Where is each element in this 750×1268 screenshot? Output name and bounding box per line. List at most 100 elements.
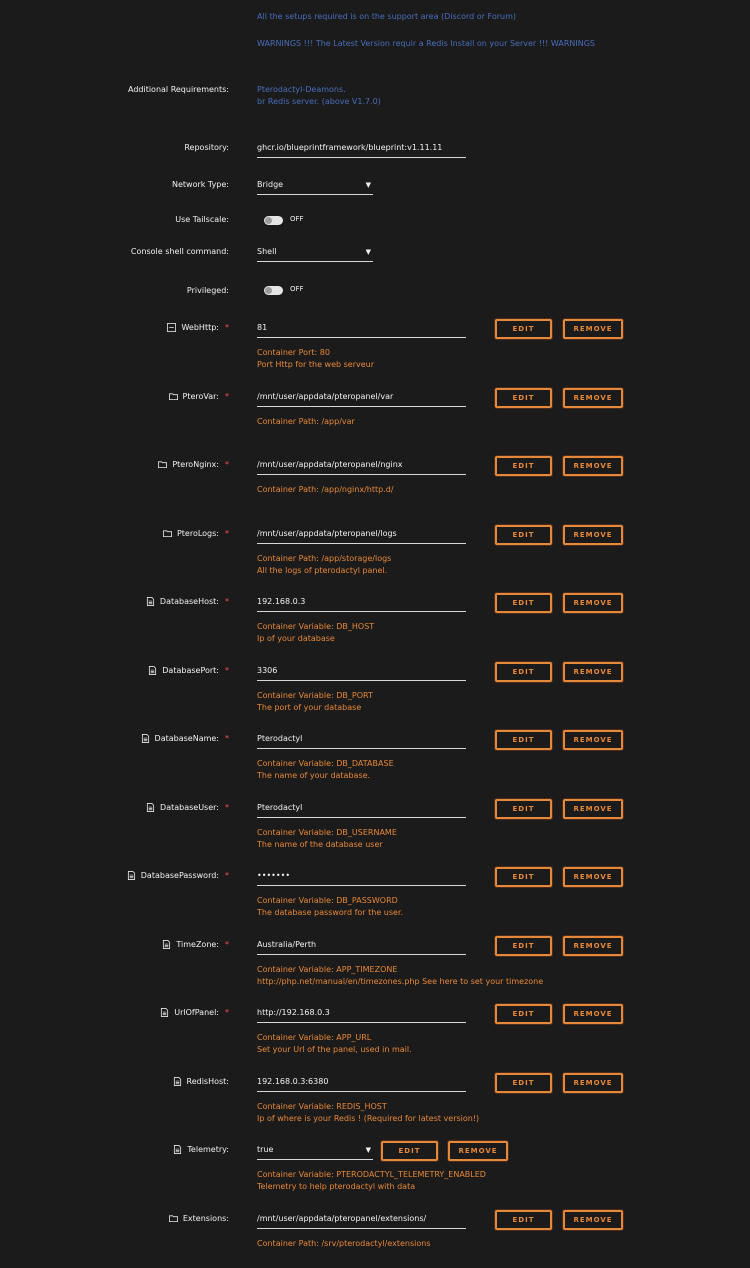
folder-icon [168, 392, 178, 401]
required-mark: * [225, 803, 229, 812]
folder-icon [168, 1214, 178, 1223]
remove-button[interactable]: REMOVE [563, 388, 623, 408]
config-label: Telemetry: [173, 1145, 229, 1154]
config-description: Container Path: /app/storage/logs All the… [257, 554, 392, 575]
network-icon [167, 323, 177, 332]
config-label: DatabasePassword: * [127, 871, 229, 880]
config-label: UrlOfPanel: * [160, 1008, 229, 1017]
remove-button[interactable]: REMOVE [563, 662, 623, 682]
config-label: DatabaseUser: * [146, 803, 229, 812]
required-mark: * [225, 940, 229, 949]
config-label: PteroLogs: * [162, 529, 229, 538]
support-info: All the setups required is on the suppor… [257, 12, 516, 21]
edit-button[interactable]: EDIT [495, 1004, 552, 1024]
config-label: DatabasePort: * [148, 666, 229, 675]
config-description: Container Port: 80 Port Http for the web … [257, 348, 375, 369]
config-input[interactable]: 81 [257, 322, 466, 338]
required-mark: * [225, 323, 229, 332]
config-description: Container Variable: APP_TIMEZONE http://p… [257, 965, 544, 986]
edit-button[interactable]: EDIT [495, 730, 552, 750]
edit-button[interactable]: EDIT [381, 1141, 438, 1161]
remove-button[interactable]: REMOVE [563, 456, 623, 476]
tailscale-toggle[interactable] [264, 216, 283, 225]
config-input[interactable]: ••••••• [257, 870, 466, 886]
edit-button[interactable]: EDIT [495, 1073, 552, 1093]
required-mark: * [225, 871, 229, 880]
network-type-label: Network Type: [171, 180, 229, 189]
required-mark: * [225, 460, 229, 469]
config-input[interactable]: http://192.168.0.3 [257, 1007, 466, 1023]
config-description: Container Path: /srv/pterodactyl/extensi… [257, 1239, 431, 1248]
config-label: TimeZone: * [162, 940, 229, 949]
config-input[interactable]: Pterodactyl [257, 802, 466, 818]
network-type-select[interactable]: Bridge ▼ [257, 179, 373, 195]
edit-button[interactable]: EDIT [495, 388, 552, 408]
config-description: Container Variable: DB_PORT The port of y… [257, 691, 373, 712]
privileged-state: OFF [290, 285, 304, 293]
config-description: Container Variable: APP_URL Set your Url … [257, 1033, 412, 1054]
document-icon [146, 803, 155, 812]
config-description: Container Variable: DB_HOST Ip of your da… [257, 622, 375, 643]
config-select[interactable]: true ▼ [257, 1144, 373, 1160]
config-input[interactable]: /mnt/user/appdata/pteropanel/logs [257, 528, 466, 544]
document-icon [146, 597, 155, 606]
edit-button[interactable]: EDIT [495, 456, 552, 476]
required-mark: * [225, 734, 229, 743]
config-label: RedisHost: [173, 1077, 229, 1086]
remove-button[interactable]: REMOVE [563, 1004, 623, 1024]
edit-button[interactable]: EDIT [495, 1210, 552, 1230]
remove-button[interactable]: REMOVE [563, 799, 623, 819]
document-icon [141, 734, 150, 743]
tailscale-state: OFF [290, 215, 304, 223]
repository-input[interactable]: ghcr.io/blueprintframework/blueprint:v1.… [257, 142, 466, 158]
edit-button[interactable]: EDIT [495, 662, 552, 682]
remove-button[interactable]: REMOVE [563, 525, 623, 545]
edit-button[interactable]: EDIT [495, 936, 552, 956]
chevron-down-icon: ▼ [365, 248, 371, 256]
required-mark: * [225, 666, 229, 675]
remove-button[interactable]: REMOVE [563, 319, 623, 339]
config-description: Container Variable: DB_USERNAME The name … [257, 828, 397, 849]
privileged-toggle[interactable] [264, 286, 283, 295]
chevron-down-icon: ▼ [365, 181, 371, 189]
edit-button[interactable]: EDIT [495, 799, 552, 819]
config-input[interactable]: 3306 [257, 665, 466, 681]
config-input[interactable]: Pterodactyl [257, 733, 466, 749]
edit-button[interactable]: EDIT [495, 319, 552, 339]
redis-warning: WARNINGS !!! The Latest Version requir a… [257, 39, 595, 48]
edit-button[interactable]: EDIT [495, 593, 552, 613]
document-icon [148, 666, 157, 675]
folder-icon [162, 529, 172, 538]
config-label: PteroVar: * [168, 392, 229, 401]
console-shell-select[interactable]: Shell ▼ [257, 246, 373, 262]
config-input[interactable]: 192.168.0.3 [257, 596, 466, 612]
config-input[interactable]: /mnt/user/appdata/pteropanel/extensions/ [257, 1213, 466, 1229]
additional-requirements-value: Pterodactyl-Deamons. br Redis server. (a… [257, 85, 381, 106]
config-input[interactable]: /mnt/user/appdata/pteropanel/nginx [257, 459, 466, 475]
remove-button[interactable]: REMOVE [563, 593, 623, 613]
config-label: DatabaseHost: * [146, 597, 229, 606]
remove-button[interactable]: REMOVE [563, 1210, 623, 1230]
repository-label: Repository: [184, 143, 229, 152]
config-input[interactable]: /mnt/user/appdata/pteropanel/var [257, 391, 466, 407]
required-mark: * [225, 529, 229, 538]
config-description: Container Variable: DB_DATABASE The name … [257, 759, 394, 780]
chevron-down-icon: ▼ [365, 1146, 371, 1154]
edit-button[interactable]: EDIT [495, 867, 552, 887]
config-input[interactable]: Australia/Perth [257, 939, 466, 955]
document-icon [162, 940, 171, 949]
config-description: Container Path: /app/nginx/http.d/ [257, 485, 394, 494]
remove-button[interactable]: REMOVE [563, 867, 623, 887]
folder-icon [158, 460, 168, 469]
remove-button[interactable]: REMOVE [448, 1141, 508, 1161]
config-label: PteroNginx: * [158, 460, 229, 469]
document-icon [173, 1077, 182, 1086]
edit-button[interactable]: EDIT [495, 525, 552, 545]
config-input[interactable]: 192.168.0.3:6380 [257, 1076, 466, 1092]
remove-button[interactable]: REMOVE [563, 730, 623, 750]
tailscale-label: Use Tailscale: [175, 215, 229, 224]
remove-button[interactable]: REMOVE [563, 936, 623, 956]
remove-button[interactable]: REMOVE [563, 1073, 623, 1093]
config-label: DatabaseName: * [141, 734, 229, 743]
required-mark: * [225, 597, 229, 606]
